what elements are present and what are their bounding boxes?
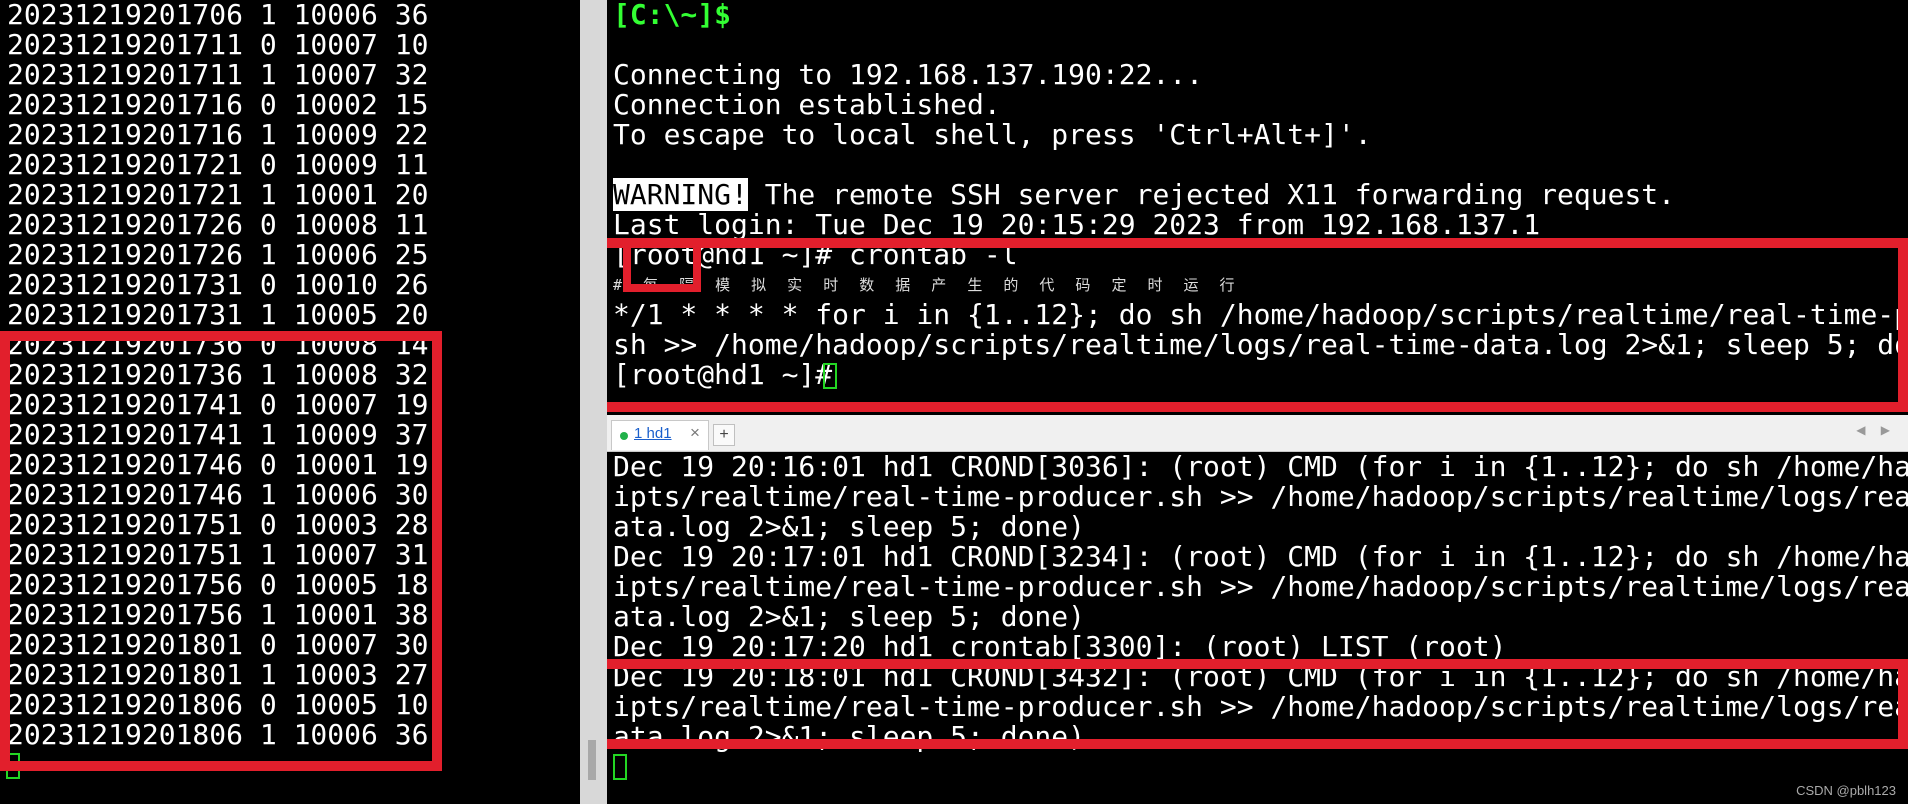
pane-splitter[interactable] <box>580 0 607 804</box>
cron-log-line: ata.log 2>&1; sleep 5; done) <box>613 600 1086 633</box>
last-login-line: Last login: Tue Dec 19 20:15:29 2023 fro… <box>613 208 1541 241</box>
warning-label: WARNING! <box>613 178 748 211</box>
escape-hint-message: To escape to local shell, press 'Ctrl+Al… <box>613 118 1372 151</box>
top-terminal-pane[interactable]: [C:\~]$ Connecting to 192.168.137.190:22… <box>607 0 1908 415</box>
cron-log-line: ipts/realtime/real-time-producer.sh >> /… <box>613 570 1908 603</box>
x11-warning-line: WARNING! The remote SSH server rejected … <box>613 178 1676 211</box>
left-output-line: 20231219201716 0 10002 15 <box>7 88 429 121</box>
left-output-line: 20231219201706 1 10006 36 <box>7 0 429 31</box>
cron-log-line: Dec 19 20:16:01 hd1 CROND[3036]: (root) … <box>613 452 1908 483</box>
cron-log-highlight-box <box>607 659 1908 749</box>
bottom-terminal-cursor <box>613 754 627 780</box>
add-tab-button[interactable]: + <box>713 424 735 446</box>
cron-log-line: ata.log 2>&1; sleep 5; done) <box>613 510 1086 543</box>
cron-log-line: ipts/realtime/real-time-producer.sh >> /… <box>613 480 1908 513</box>
local-shell-prompt: [C:\~]$ <box>613 0 732 31</box>
watermark: CSDN @pblh123 <box>1796 783 1896 798</box>
cron-log-line: Dec 19 20:17:01 hd1 CROND[3234]: (root) … <box>613 540 1908 573</box>
cron-log-line: Dec 19 20:17:20 hd1 crontab[3300]: (root… <box>613 630 1507 663</box>
prompt-highlight-box <box>623 240 701 292</box>
left-output-line: 20231219201721 1 10001 20 <box>7 178 429 211</box>
warning-text: The remote SSH server rejected X11 forwa… <box>747 178 1676 211</box>
connecting-message: Connecting to 192.168.137.190:22... <box>613 58 1204 91</box>
left-output-line: 20231219201726 0 10008 11 <box>7 208 429 241</box>
left-terminal-pane[interactable]: 20231219201706 1 10006 36 20231219201711 … <box>0 0 580 804</box>
splitter-scroll-thumb[interactable] <box>588 740 596 780</box>
crontab-highlight-box <box>607 238 1908 412</box>
left-output-line: 20231219201721 0 10009 11 <box>7 148 429 181</box>
connection-established-message: Connection established. <box>613 88 1001 121</box>
close-icon[interactable]: × <box>690 423 700 443</box>
left-output-line: 20231219201726 1 10006 25 <box>7 238 429 271</box>
tab-scroll-arrows-icon[interactable]: ◀ ▶ <box>1856 423 1896 437</box>
left-output-line: 20231219201711 1 10007 32 <box>7 58 429 91</box>
tab-hd1[interactable]: 1 hd1 × <box>611 420 709 450</box>
left-highlight-box <box>0 331 442 771</box>
left-output-line: 20231219201716 1 10009 22 <box>7 118 429 151</box>
bottom-terminal-pane[interactable]: Dec 19 20:16:01 hd1 CROND[3036]: (root) … <box>607 452 1908 804</box>
tab-label: 1 hd1 <box>634 425 672 442</box>
session-tab-bar: 1 hd1 × + ◀ ▶ <box>607 415 1908 452</box>
connected-status-dot <box>620 432 628 440</box>
left-output-line: 20231219201731 0 10010 26 <box>7 268 429 301</box>
left-output-line: 20231219201731 1 10005 20 <box>7 298 429 331</box>
left-output-line: 20231219201711 0 10007 10 <box>7 28 429 61</box>
